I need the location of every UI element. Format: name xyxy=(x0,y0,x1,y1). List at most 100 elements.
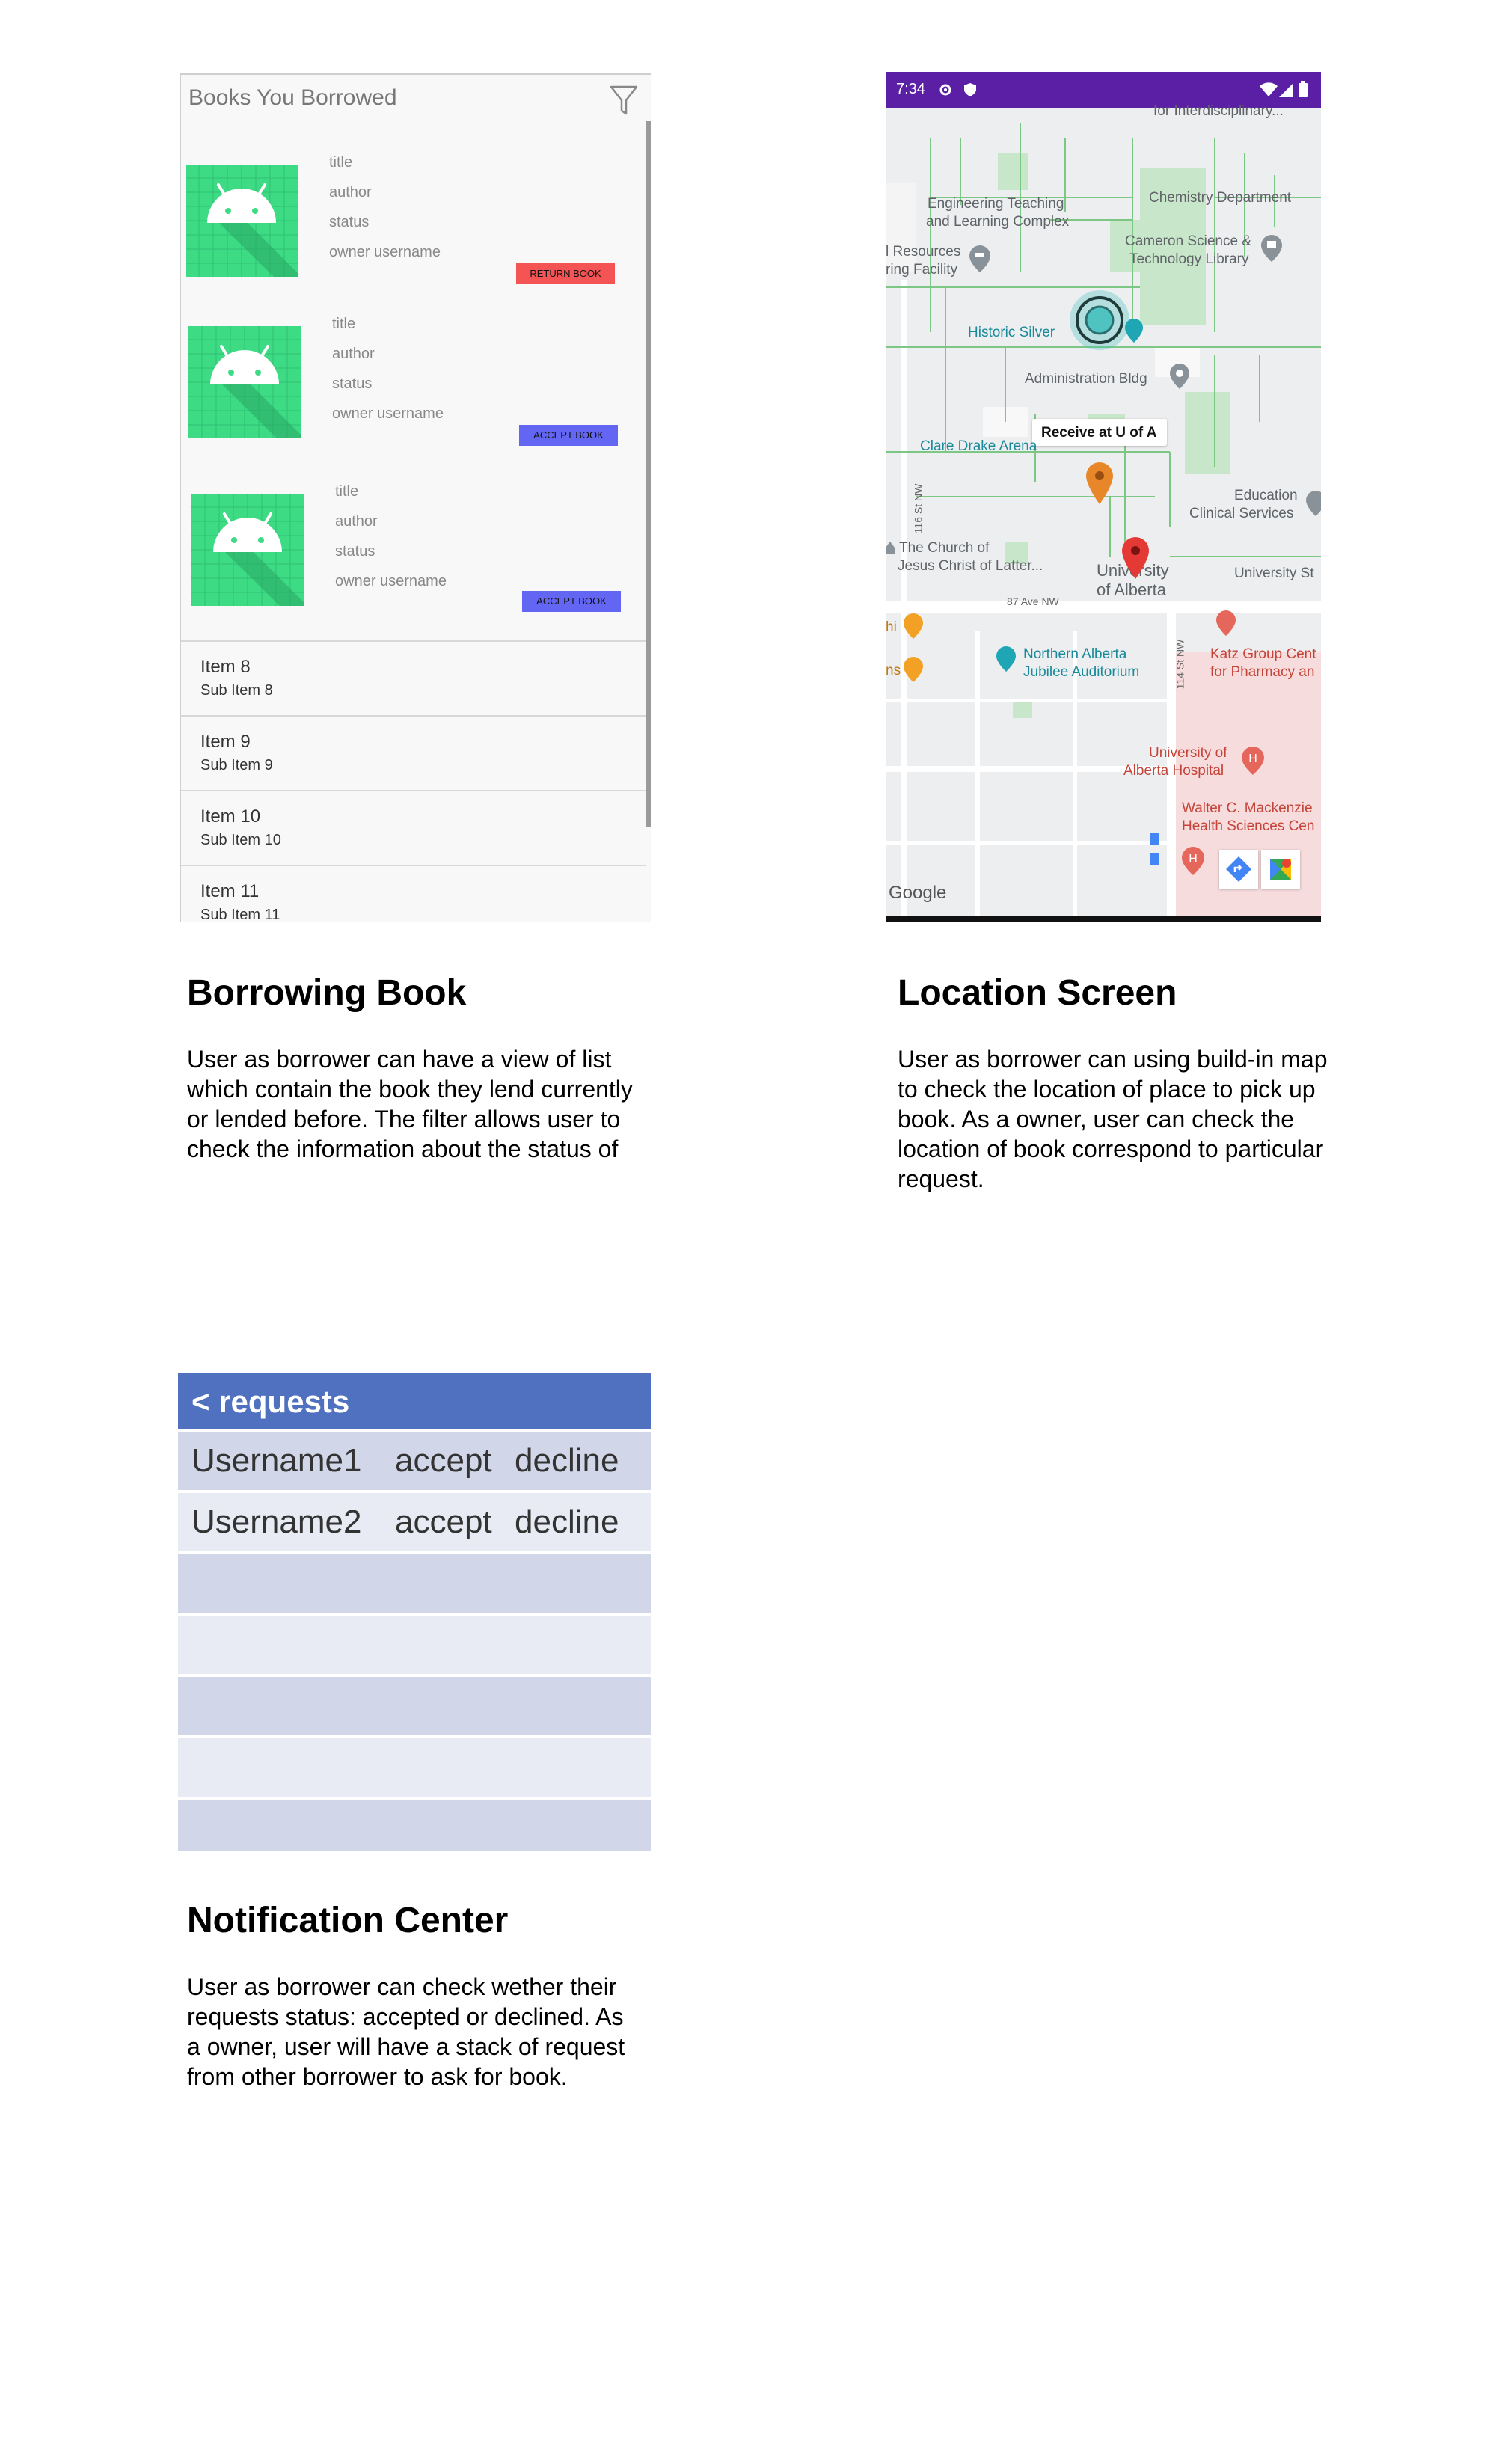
list-item[interactable]: Item 9 Sub Item 9 xyxy=(181,715,646,790)
borrow-screen: Books You Borrowed title author status o… xyxy=(180,73,651,922)
road-label: 116 St NW xyxy=(912,483,925,534)
desc-line: User as borrower can check wether their xyxy=(187,1973,617,2000)
desc-line: to check the location of place to pick u… xyxy=(898,1076,1316,1103)
requests-back-title[interactable]: < requests xyxy=(191,1384,349,1420)
book-owner: owner username xyxy=(332,405,444,422)
book-status: status xyxy=(332,376,373,392)
section-heading-location: Location Screen xyxy=(898,973,1177,1013)
map-label: University of xyxy=(1149,745,1227,761)
list-item[interactable]: Item 11 Sub Item 11 xyxy=(181,865,646,922)
pickup-marker-icon[interactable] xyxy=(1086,462,1113,504)
map-label: and Learning Complex xyxy=(926,214,1070,230)
request-row xyxy=(178,1735,651,1797)
book-card[interactable]: title author status owner username ACCEP… xyxy=(181,483,645,645)
accept-book-button[interactable]: ACCEPT BOOK xyxy=(519,425,618,446)
svg-text:H: H xyxy=(1189,853,1198,865)
item-title: Item 9 xyxy=(200,732,251,752)
decline-button[interactable]: decline xyxy=(515,1442,619,1480)
item-subtitle: Sub Item 9 xyxy=(200,757,273,773)
book-title: title xyxy=(335,483,359,500)
decline-button[interactable]: decline xyxy=(515,1504,619,1541)
request-row xyxy=(178,1797,651,1851)
scrollbar[interactable] xyxy=(646,121,651,827)
filter-icon[interactable] xyxy=(609,84,639,117)
section-heading-borrowing: Borrowing Book xyxy=(187,973,467,1013)
requests-header[interactable]: < requests xyxy=(178,1373,651,1429)
map-label: Administration Bldg xyxy=(1025,371,1147,387)
book-author: author xyxy=(329,184,372,200)
section-desc-location: User as borrower can using build-in map … xyxy=(898,1044,1327,1194)
hospital-pin-icon: H xyxy=(1182,847,1204,875)
item-title: Item 10 xyxy=(200,806,261,827)
map-label: hi xyxy=(886,619,897,635)
map-label: Technology Library xyxy=(1129,251,1249,267)
list-item[interactable]: Item 10 Sub Item 10 xyxy=(181,790,646,865)
page-title: Books You Borrowed xyxy=(188,85,397,110)
android-icon xyxy=(188,326,301,438)
map-label: l Resources xyxy=(886,244,961,260)
shield-icon xyxy=(964,83,976,96)
map-label: ring Facility xyxy=(886,262,958,278)
desc-line: or lended before. The filter allows user… xyxy=(187,1106,621,1133)
item-subtitle: Sub Item 11 xyxy=(200,907,280,922)
building-pin-icon xyxy=(1170,364,1189,389)
book-author: author xyxy=(332,346,375,362)
settings-icon xyxy=(939,84,951,96)
map-label: Health Sciences Cen xyxy=(1182,818,1315,834)
accept-button[interactable]: accept xyxy=(395,1442,492,1480)
item-subtitle: Sub Item 8 xyxy=(200,682,273,699)
map-label: for Pharmacy an xyxy=(1210,664,1315,680)
status-time: 7:34 xyxy=(896,81,925,97)
accept-book-button[interactable]: ACCEPT BOOK xyxy=(522,591,621,612)
school-pin-icon xyxy=(969,245,990,272)
book-location-marker-icon[interactable] xyxy=(1122,537,1149,579)
map-label: Chemistry Department xyxy=(1149,190,1292,206)
item-title: Item 11 xyxy=(200,881,260,901)
accept-button[interactable]: accept xyxy=(395,1504,492,1541)
google-logo: Google xyxy=(889,883,947,903)
map-screen: 7:34 for Interdisciplinary... Engineerin… xyxy=(886,72,1321,922)
current-location-icon xyxy=(1070,290,1129,350)
desc-line: requests status: accepted or declined. A… xyxy=(187,2003,624,2030)
map-label: Alberta Hospital xyxy=(1123,763,1224,779)
book-status: status xyxy=(335,543,375,560)
map-label: Cameron Science & xyxy=(1125,233,1251,249)
return-book-button[interactable]: RETURN BOOK xyxy=(516,263,615,284)
book-title: title xyxy=(332,316,356,332)
android-icon xyxy=(191,494,304,606)
landmark-pin-icon xyxy=(1125,319,1143,343)
road-label: 114 St NW xyxy=(1174,639,1186,690)
hospital-pin-icon: H xyxy=(1242,747,1264,775)
pharmacy-pin-icon xyxy=(1216,610,1236,636)
directions-button[interactable] xyxy=(1219,850,1258,889)
desc-line: a owner, user will have a stack of reque… xyxy=(187,2033,625,2060)
map-label: of Alberta xyxy=(1097,580,1166,599)
list-item[interactable]: Item 8 Sub Item 8 xyxy=(181,640,646,715)
desc-line: User as borrower can have a view of list xyxy=(187,1046,612,1073)
request-row[interactable]: Username2 accept decline xyxy=(178,1490,651,1551)
section-desc-borrowing: User as borrower can have a view of list… xyxy=(187,1044,633,1164)
request-row[interactable]: Username1 accept decline xyxy=(178,1429,651,1490)
book-author: author xyxy=(335,513,378,530)
open-maps-button[interactable] xyxy=(1261,850,1300,889)
request-username: Username2 xyxy=(191,1504,362,1540)
cafe-pin-icon xyxy=(904,657,923,682)
map-label: Northern Alberta xyxy=(1023,646,1127,662)
desc-line: check the information about the status o… xyxy=(187,1136,619,1162)
library-pin-icon xyxy=(1261,235,1282,262)
theatre-pin-icon xyxy=(996,646,1016,672)
book-status: status xyxy=(329,214,370,230)
map-label: Walter C. Mackenzie xyxy=(1182,800,1313,816)
map-label: Jesus Christ of Latter... xyxy=(898,558,1043,574)
info-window-title: Receive at U of A xyxy=(1041,425,1157,441)
desc-line: User as borrower can using build-in map xyxy=(898,1046,1328,1073)
book-card[interactable]: title author status owner username RETUR… xyxy=(181,154,645,316)
section-heading-notification: Notification Center xyxy=(187,1901,509,1940)
map-label: Education xyxy=(1234,488,1298,503)
church-icon xyxy=(886,542,895,554)
map-label: Clare Drake Arena xyxy=(920,438,1037,454)
map-label: The Church of xyxy=(899,540,990,556)
book-card[interactable]: title author status owner username ACCEP… xyxy=(181,316,645,477)
desc-line: from other borrower to ask for book. xyxy=(187,2063,568,2090)
section-desc-notification: User as borrower can check wether their … xyxy=(187,1972,625,2091)
